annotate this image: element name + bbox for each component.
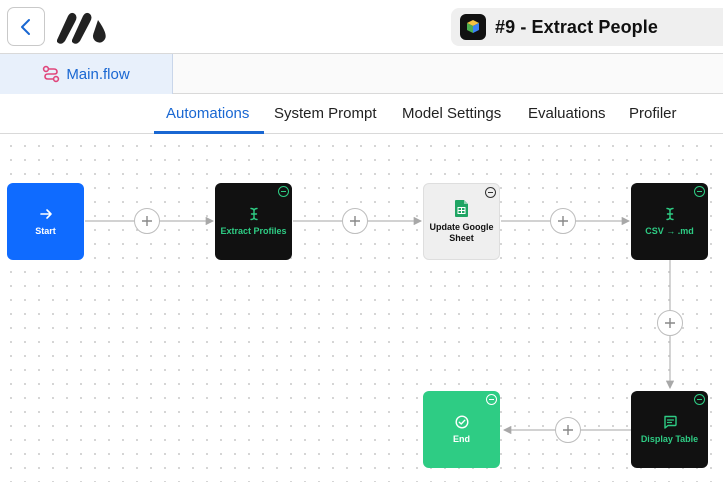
text-cursor-icon bbox=[249, 207, 258, 220]
node-start[interactable]: Start bbox=[7, 183, 84, 260]
app-header: #9 - Extract People bbox=[0, 0, 723, 54]
tab-evaluations[interactable]: Evaluations bbox=[528, 94, 606, 134]
tab-system-prompt[interactable]: System Prompt bbox=[274, 94, 377, 134]
plus-icon bbox=[142, 216, 152, 226]
project-selector[interactable]: #9 - Extract People bbox=[451, 8, 723, 46]
add-step-button[interactable] bbox=[134, 208, 160, 234]
node-label: Display Table bbox=[640, 433, 699, 444]
remove-node-button[interactable] bbox=[694, 394, 705, 405]
flow-canvas[interactable]: Start Extract Profiles Update Google She… bbox=[0, 135, 723, 482]
tab-profiler[interactable]: Profiler bbox=[629, 94, 677, 134]
arrow-right-icon bbox=[39, 208, 52, 219]
add-step-button[interactable] bbox=[657, 310, 683, 336]
text-cursor-icon bbox=[665, 207, 674, 220]
google-sheets-icon bbox=[455, 199, 468, 217]
add-step-button[interactable] bbox=[555, 417, 581, 443]
remove-node-button[interactable] bbox=[486, 394, 497, 405]
add-step-button[interactable] bbox=[550, 208, 576, 234]
tab-automations[interactable]: Automations bbox=[166, 94, 249, 134]
cube-icon bbox=[460, 14, 486, 40]
active-tab-indicator bbox=[154, 131, 264, 134]
add-step-button[interactable] bbox=[342, 208, 368, 234]
plus-icon bbox=[558, 216, 568, 226]
file-tab-main-flow[interactable]: Main.flow bbox=[0, 54, 173, 94]
chevron-left-icon bbox=[21, 18, 30, 35]
node-end[interactable]: End bbox=[423, 391, 500, 468]
remove-node-button[interactable] bbox=[485, 187, 496, 198]
file-tab-label: Main.flow bbox=[66, 65, 130, 83]
node-update-google-sheet[interactable]: Update Google Sheet bbox=[423, 183, 500, 260]
flow-edges bbox=[85, 216, 675, 435]
node-label: Start bbox=[35, 225, 56, 236]
node-label: CSV → .md bbox=[645, 225, 694, 236]
back-button[interactable] bbox=[7, 7, 45, 46]
node-label: End bbox=[453, 433, 470, 444]
node-label: Extract Profiles bbox=[220, 225, 287, 236]
plus-icon bbox=[350, 216, 360, 226]
check-circle-icon bbox=[454, 414, 469, 429]
tab-model-settings[interactable]: Model Settings bbox=[402, 94, 501, 134]
node-display-table[interactable]: Display Table bbox=[631, 391, 708, 468]
file-tab-bar: Main.flow bbox=[0, 54, 723, 94]
node-label: Update Google Sheet bbox=[429, 221, 494, 243]
brand-logo bbox=[57, 12, 106, 44]
node-csv-to-md[interactable]: CSV → .md bbox=[631, 183, 708, 260]
project-title: #9 - Extract People bbox=[495, 16, 658, 37]
message-square-icon bbox=[663, 415, 677, 429]
remove-node-button[interactable] bbox=[278, 186, 289, 197]
plus-icon bbox=[665, 318, 675, 328]
flow-icon bbox=[43, 65, 60, 83]
node-extract-profiles[interactable]: Extract Profiles bbox=[215, 183, 292, 260]
plus-icon bbox=[563, 425, 573, 435]
remove-node-button[interactable] bbox=[694, 186, 705, 197]
nav-tabs: Automations System Prompt Model Settings… bbox=[0, 94, 723, 134]
